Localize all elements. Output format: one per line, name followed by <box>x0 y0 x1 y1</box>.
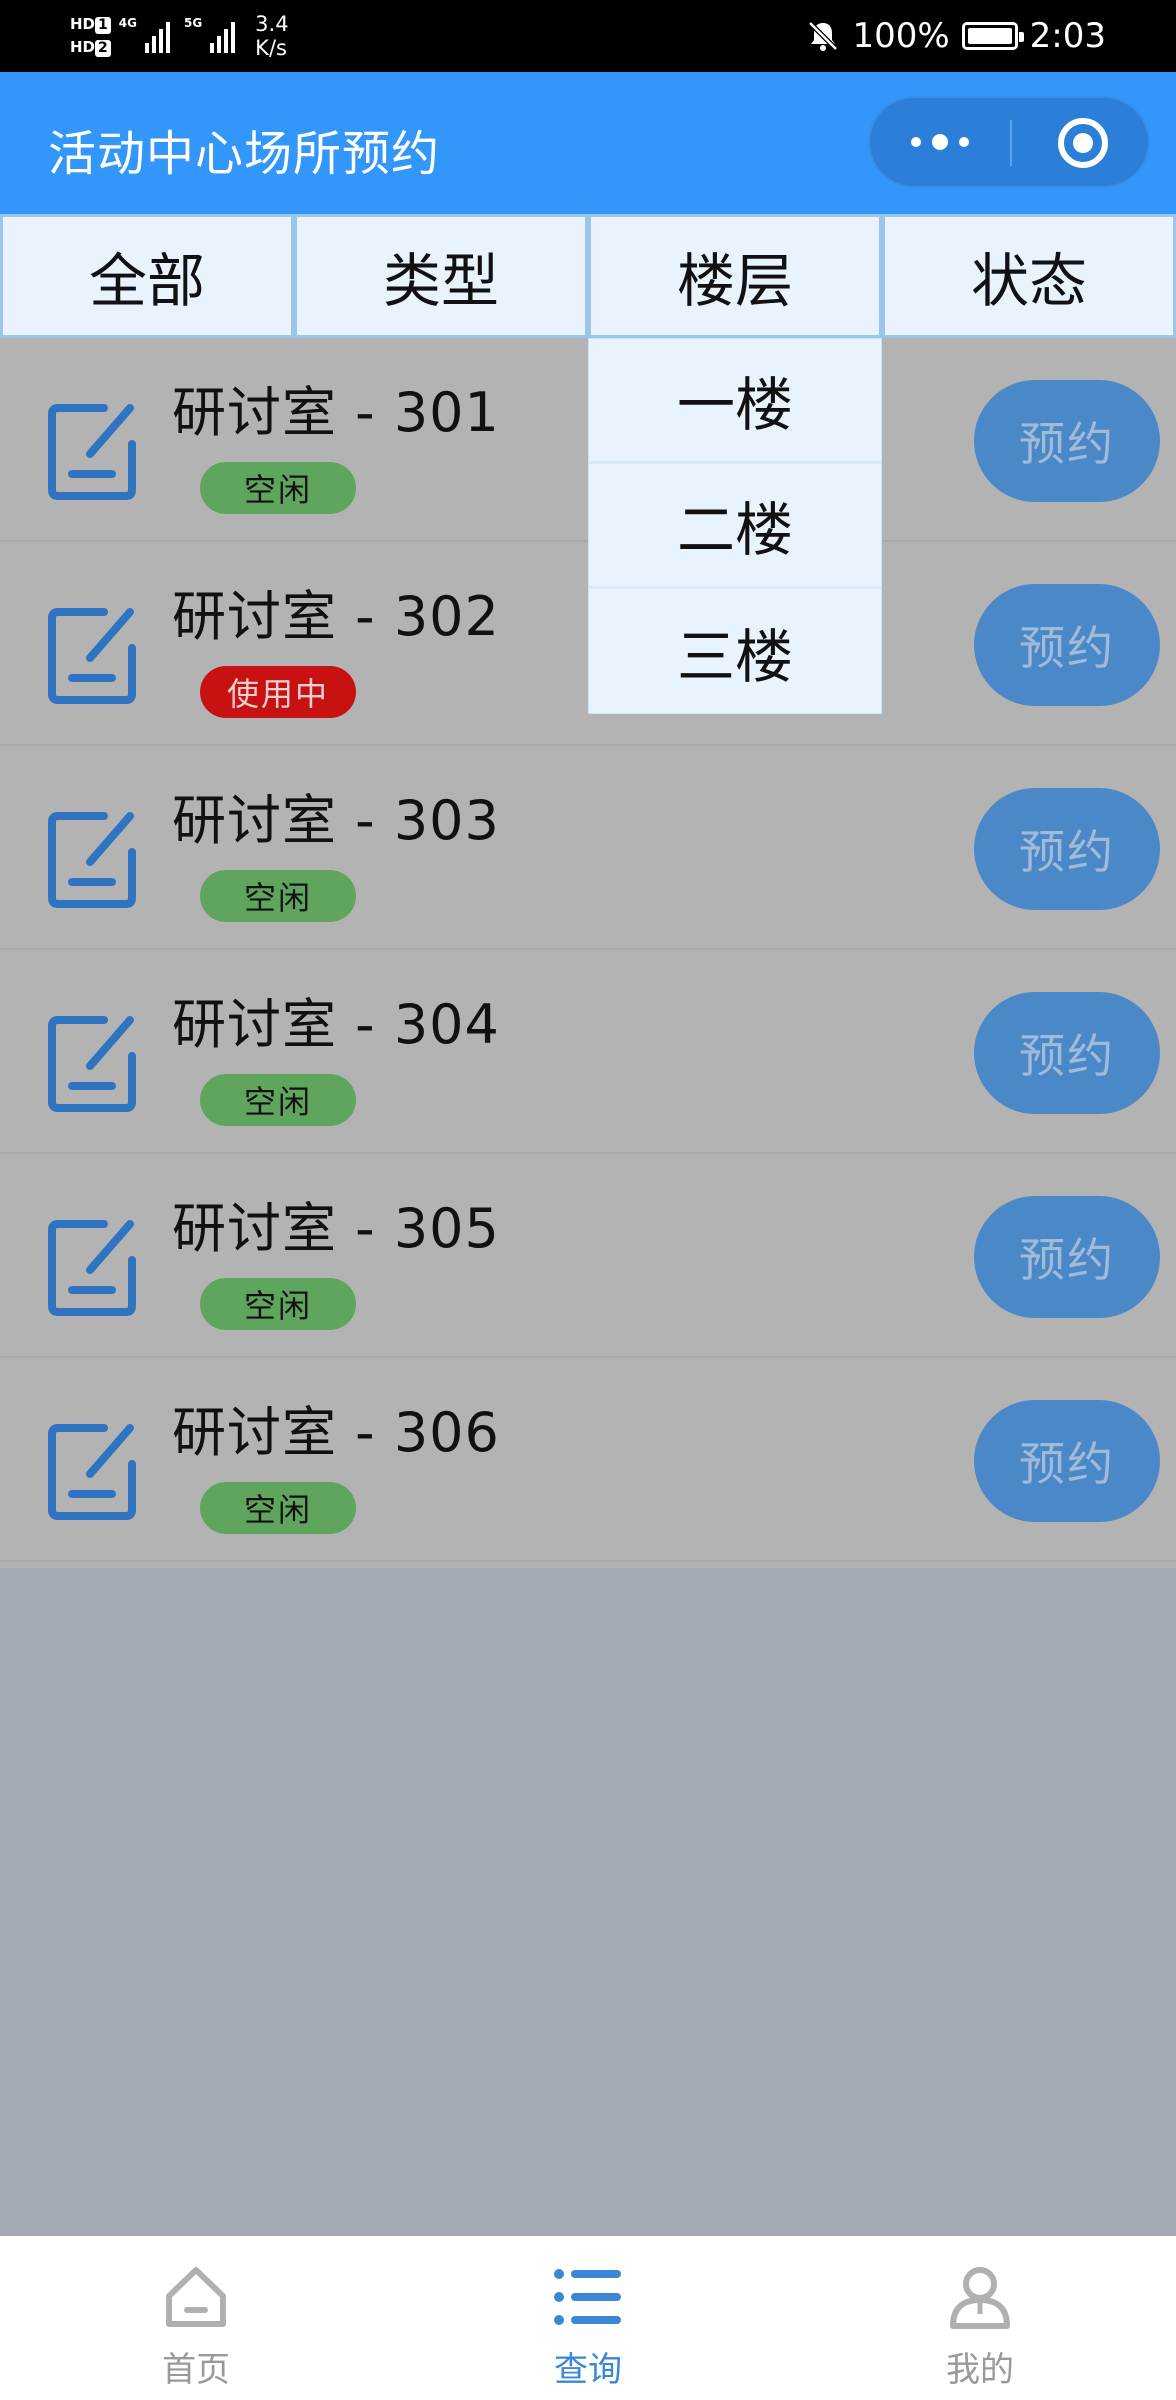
room-name: 研讨室 - 303 <box>172 789 500 852</box>
user-icon <box>950 2267 1010 2329</box>
more-icon[interactable] <box>870 98 1010 186</box>
list-icon <box>554 2269 621 2325</box>
reserve-button[interactable]: 预约 <box>974 788 1160 910</box>
status-badge: 空闲 <box>200 1074 356 1126</box>
edit-note-icon <box>48 1220 136 1316</box>
tabbar-label-mine: 我的 <box>946 2350 1014 2390</box>
sim1-label: HD <box>70 15 96 33</box>
tab-all[interactable]: 全部 <box>0 214 294 338</box>
bell-muted-icon <box>808 21 839 51</box>
signal-1-icon <box>144 19 170 53</box>
room-name: 研讨室 - 302 <box>172 585 500 648</box>
room-name: 研讨室 - 304 <box>172 993 500 1056</box>
network-4g-label: 4G <box>118 16 137 30</box>
edit-note-icon <box>48 608 136 704</box>
edit-note-icon <box>48 1424 136 1520</box>
dropdown-option-floor-2[interactable]: 二楼 <box>589 464 881 589</box>
room-row[interactable]: 研讨室 - 303 空闲 预约 <box>0 746 1176 950</box>
page-title: 活动中心场所预约 <box>48 126 441 182</box>
status-badge: 空闲 <box>200 462 356 514</box>
status-bar: HD 1 HD 2 4G 5G 3.4 K/s 100% 2:03 <box>0 0 1176 72</box>
room-name: 研讨室 - 301 <box>172 381 500 444</box>
status-badge: 使用中 <box>200 666 356 718</box>
battery-icon <box>961 22 1024 50</box>
sim2-number: 2 <box>95 40 111 57</box>
edit-note-icon <box>48 1016 136 1112</box>
edit-note-icon <box>48 404 136 500</box>
capsule-divider <box>1010 120 1012 166</box>
sim1-number: 1 <box>95 17 111 34</box>
sim2-indicator: HD 2 <box>70 38 111 57</box>
edit-note-icon <box>48 812 136 908</box>
reserve-button[interactable]: 预约 <box>974 584 1160 706</box>
status-badge: 空闲 <box>200 870 356 922</box>
speed-unit: K/s <box>255 36 287 60</box>
filter-bar: 全部 类型 楼层 状态 <box>0 214 1176 338</box>
tab-type[interactable]: 类型 <box>294 214 588 338</box>
speed-value: 3.4 <box>255 12 289 36</box>
status-left: HD 1 HD 2 4G 5G 3.4 K/s <box>70 8 289 64</box>
app-screen: HD 1 HD 2 4G 5G 3.4 K/s 100% 2:03 活动中心场所… <box>0 0 1176 2400</box>
sim2-label: HD <box>70 38 96 56</box>
tab-floor[interactable]: 楼层 <box>588 214 882 338</box>
home-icon <box>166 2267 226 2327</box>
nav-header: 活动中心场所预约 <box>0 72 1176 214</box>
network-5g-label: 5G <box>183 16 203 30</box>
status-right: 100% 2:03 <box>806 0 1106 72</box>
tab-status[interactable]: 状态 <box>882 214 1176 338</box>
room-name: 研讨室 - 306 <box>172 1401 500 1464</box>
tabbar-item-query[interactable]: 查询 <box>392 2236 784 2400</box>
reserve-button[interactable]: 预约 <box>974 992 1160 1114</box>
battery-percent: 100% <box>852 16 950 56</box>
status-badge: 空闲 <box>200 1482 356 1534</box>
dropdown-option-floor-3[interactable]: 三楼 <box>589 589 881 714</box>
sim1-indicator: HD 1 <box>70 15 111 34</box>
tabbar-item-home[interactable]: 首页 <box>0 2236 392 2400</box>
tabbar-label-query: 查询 <box>554 2350 622 2390</box>
room-row[interactable]: 研讨室 - 304 空闲 预约 <box>0 950 1176 1154</box>
room-row[interactable]: 研讨室 - 305 空闲 预约 <box>0 1154 1176 1358</box>
reserve-button[interactable]: 预约 <box>974 380 1160 502</box>
signal-2-icon <box>210 19 236 53</box>
room-name: 研讨室 - 305 <box>172 1197 500 1260</box>
miniprogram-capsule <box>868 96 1150 188</box>
network-speed: 3.4 K/s <box>255 12 288 60</box>
sim-indicators: HD 1 HD 2 <box>70 15 111 57</box>
reserve-button[interactable]: 预约 <box>974 1196 1160 1318</box>
bottom-tabbar: 首页 查询 我的 <box>0 2236 1176 2400</box>
status-badge: 空闲 <box>200 1278 356 1330</box>
reserve-button[interactable]: 预约 <box>974 1400 1160 1522</box>
tabbar-item-mine[interactable]: 我的 <box>784 2236 1176 2400</box>
room-row[interactable]: 研讨室 - 306 空闲 预约 <box>0 1358 1176 1562</box>
dropdown-option-floor-1[interactable]: 一楼 <box>589 339 881 464</box>
tabbar-label-home: 首页 <box>162 2350 230 2390</box>
target-icon[interactable] <box>1058 118 1108 168</box>
clock-time: 2:03 <box>1029 16 1106 56</box>
floor-dropdown: 一楼 二楼 三楼 <box>588 338 882 714</box>
